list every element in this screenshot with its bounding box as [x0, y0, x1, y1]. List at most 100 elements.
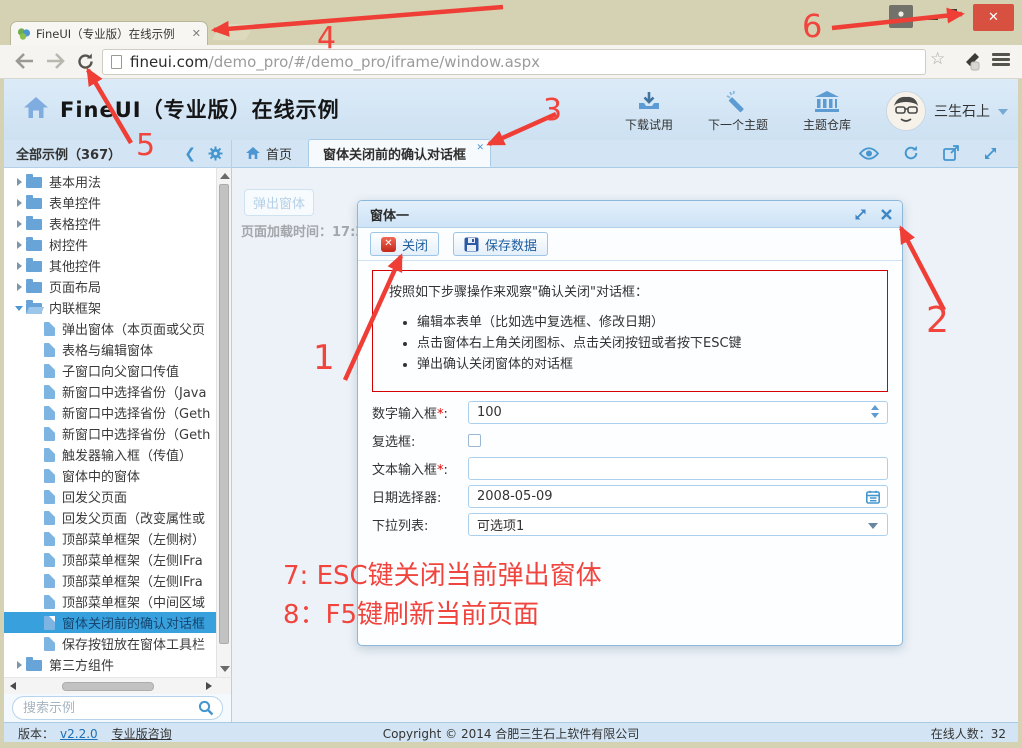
preview-eye-icon[interactable]	[859, 147, 879, 160]
forward-button[interactable]	[44, 50, 66, 72]
tree-item[interactable]: 回发父页面（改变属性或	[4, 507, 216, 528]
tree-item[interactable]: 基本用法	[4, 171, 216, 192]
tree-item[interactable]: 顶部菜单框架（左侧树）	[4, 528, 216, 549]
tree-item[interactable]: 表格与编辑窗体	[4, 339, 216, 360]
node-icon	[44, 490, 55, 504]
home-icon[interactable]	[24, 97, 48, 122]
browser-menu-icon[interactable]	[992, 53, 1010, 67]
expand-arrow-icon[interactable]	[14, 281, 26, 293]
dialog-body: 按照如下步骤操作来观察"确认关闭"对话框： 编辑本表单（比如选中复选框、修改日期…	[358, 261, 902, 645]
page-tabbar: 首页 窗体关闭前的确认对话框 ✕	[232, 140, 1018, 168]
node-icon	[44, 448, 55, 462]
node-icon	[44, 616, 55, 630]
expand-arrow-icon[interactable]	[14, 176, 26, 188]
tree-item[interactable]: 子窗口向父窗口传值	[4, 360, 216, 381]
spinner-icon[interactable]	[871, 405, 879, 418]
search-input[interactable]	[12, 696, 223, 720]
user-name: 三生石上	[934, 101, 990, 121]
tree-item[interactable]: 弹出窗体（本页面或父页	[4, 318, 216, 339]
save-data-button[interactable]: 保存数据	[453, 232, 548, 256]
tree-item[interactable]: 新窗口中选择省份（Java	[4, 381, 216, 402]
open-in-new-window-icon[interactable]	[943, 145, 959, 161]
scrollbar-thumb[interactable]	[219, 184, 229, 644]
scrollbar-thumb[interactable]	[62, 682, 154, 691]
date-input[interactable]: 2008-05-09	[468, 485, 888, 508]
tree-item[interactable]: 页面布局	[4, 276, 216, 297]
download-icon	[636, 90, 662, 114]
tree-item[interactable]: 其他控件	[4, 255, 216, 276]
refresh-button[interactable]	[74, 50, 96, 72]
next-theme-button[interactable]: 下一个主题	[708, 90, 768, 133]
tree-item[interactable]: 第三方组件	[4, 654, 216, 675]
scroll-up-icon[interactable]	[220, 173, 230, 179]
bookmark-star-icon[interactable]: ☆	[930, 49, 945, 69]
expand-arrow-icon[interactable]	[14, 659, 26, 671]
tree-item[interactable]: 新窗口中选择省份（Geth	[4, 423, 216, 444]
tree-item[interactable]: 表单控件	[4, 192, 216, 213]
expand-arrow-icon[interactable]	[14, 197, 26, 209]
number-input[interactable]: 100	[468, 401, 888, 424]
expand-arrow-icon[interactable]	[14, 260, 26, 272]
calendar-icon[interactable]	[866, 490, 880, 504]
tree-item[interactable]: 触发器输入框（传值）	[4, 444, 216, 465]
back-button[interactable]	[14, 50, 36, 72]
checkbox-input[interactable]	[468, 434, 481, 447]
browser-tab[interactable]: FineUI（专业版）在线示例 ✕	[10, 21, 208, 45]
version-link[interactable]: v2.2.0	[60, 727, 98, 741]
download-trial-button[interactable]: 下载试用	[620, 90, 678, 133]
tab-label: 窗体关闭前的确认对话框	[323, 144, 466, 163]
window-close-button[interactable]: ✕	[973, 4, 1014, 31]
refresh-tab-icon[interactable]	[903, 145, 919, 161]
tree-item[interactable]: 顶部菜单框架（左侧IFra	[4, 549, 216, 570]
expand-arrow-icon[interactable]	[14, 302, 26, 314]
minimize-button[interactable]	[927, 17, 938, 20]
tab-close-icon[interactable]: ✕	[476, 143, 484, 153]
dialog-titlebar[interactable]: 窗体一	[358, 201, 902, 228]
close-button[interactable]: ✕ 关闭	[370, 232, 439, 256]
tree-item[interactable]: 窗体中的窗体	[4, 465, 216, 486]
maximize-button[interactable]	[947, 9, 957, 18]
dropdown-arrow-icon[interactable]	[868, 523, 878, 529]
dialog-maximize-icon[interactable]	[854, 208, 867, 221]
instruction-intro: 按照如下步骤操作来观察"确认关闭"对话框：	[389, 285, 648, 300]
collapse-sidebar-icon[interactable]: ❮	[184, 147, 196, 161]
dialog-close-icon[interactable]	[881, 209, 892, 220]
new-tab-button[interactable]	[212, 24, 255, 40]
select-dropdown[interactable]: 可选项1	[468, 513, 888, 536]
tree-item[interactable]: 回发父页面	[4, 486, 216, 507]
expand-arrow-icon[interactable]	[14, 218, 26, 230]
scroll-down-icon[interactable]	[220, 666, 230, 672]
text-input[interactable]	[468, 457, 888, 480]
tree-item[interactable]: 树控件	[4, 234, 216, 255]
tree-vertical-scrollbar[interactable]	[216, 168, 231, 677]
node-icon	[44, 595, 55, 609]
expand-arrow-icon[interactable]	[14, 239, 26, 251]
required-star: *	[437, 463, 444, 478]
node-icon	[26, 198, 42, 209]
tab-close-icon[interactable]: ✕	[192, 28, 201, 39]
fullscreen-icon[interactable]	[983, 146, 998, 161]
search-icon[interactable]	[198, 700, 214, 720]
tab-home[interactable]: 首页	[232, 139, 306, 167]
extension-eyedropper-icon[interactable]	[961, 51, 981, 71]
field-label: 下拉列表	[372, 519, 424, 534]
tree-item[interactable]: 内联框架	[4, 297, 216, 318]
theme-store-button[interactable]: 主题仓库	[798, 90, 856, 133]
tree-item[interactable]: 保存按钮放在窗体工具栏	[4, 633, 216, 654]
address-bar[interactable]: fineui.com/demo_pro/#/demo_pro/iframe/wi…	[102, 49, 926, 75]
scroll-right-icon[interactable]	[206, 682, 212, 690]
tree-item[interactable]: 顶部菜单框架（左侧IFra	[4, 570, 216, 591]
tree-item[interactable]: 窗体关闭前的确认对话框	[4, 612, 216, 633]
select-value: 可选项1	[477, 515, 524, 534]
tree-horizontal-scrollbar[interactable]	[4, 677, 232, 694]
tab-window-confirm-dialog[interactable]: 窗体关闭前的确认对话框 ✕	[308, 139, 491, 167]
tree-item[interactable]: 新窗口中选择省份（Geth	[4, 402, 216, 423]
scroll-left-icon[interactable]	[10, 682, 16, 690]
user-menu[interactable]: 三生石上	[886, 91, 1008, 131]
profile-button[interactable]	[889, 5, 913, 28]
gear-icon[interactable]	[208, 146, 223, 161]
popup-window-button[interactable]: 弹出窗体	[244, 189, 314, 216]
tree-item[interactable]: 顶部菜单框架（中间区域	[4, 591, 216, 612]
consult-link[interactable]: 专业版咨询	[112, 727, 172, 741]
tree-item[interactable]: 表格控件	[4, 213, 216, 234]
